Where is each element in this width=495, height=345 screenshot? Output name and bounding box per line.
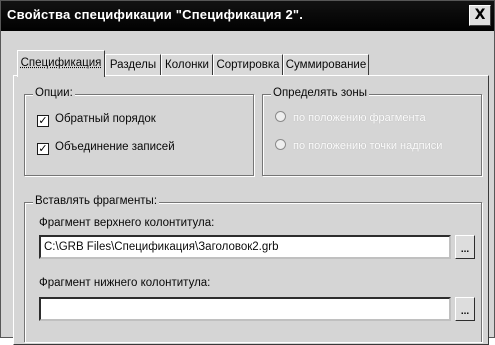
by-title-block-radio: по положению точки надписи <box>275 139 442 155</box>
insert-fragments-legend: Вставлять фрагменты: <box>33 195 159 207</box>
reverse-order-checkbox[interactable]: ✓ Обратный порядок <box>37 113 156 129</box>
footer-fragment-label: Фрагмент нижнего колонтитула: <box>39 277 210 289</box>
merge-records-label: Объединение записей <box>55 141 175 153</box>
zones-group: Определять зоны по положению фрагмента п… <box>262 94 482 176</box>
tab-columns[interactable]: Колонки <box>161 54 213 76</box>
by-title-block-label: по положению точки надписи <box>293 140 442 152</box>
title-bar[interactable]: Свойства спецификации "Спецификация 2". … <box>1 1 494 31</box>
tab-sorting[interactable]: Сортировка <box>213 54 283 76</box>
options-legend: Опции: <box>33 87 75 99</box>
tab-sections[interactable]: Разделы <box>105 54 161 76</box>
header-fragment-input[interactable]: C:\GRB Files\Спецификация\Заголовок2.grb <box>39 235 451 259</box>
properties-dialog: Свойства спецификации "Спецификация 2". … <box>0 0 495 338</box>
merge-records-checkbox[interactable]: ✓ Объединение записей <box>37 141 175 157</box>
footer-browse-button[interactable]: ... <box>455 297 475 321</box>
tab-summation[interactable]: Суммирование <box>283 54 369 76</box>
radio-icon <box>275 111 286 122</box>
specification-tab-panel: Опции: ✓ Обратный порядок ✓ Объединение за… <box>13 75 489 345</box>
check-icon: ✓ <box>37 115 49 127</box>
by-fragment-radio: по положению фрагмента <box>275 111 426 127</box>
header-browse-button[interactable]: ... <box>455 235 475 259</box>
window-title: Свойства спецификации "Спецификация 2". <box>7 7 303 22</box>
footer-fragment-input[interactable] <box>39 297 451 321</box>
zones-legend: Определять зоны <box>271 87 369 99</box>
options-group: Опции: ✓ Обратный порядок ✓ Объединение за… <box>24 94 254 176</box>
reverse-order-label: Обратный порядок <box>55 113 156 125</box>
radio-icon <box>275 139 286 150</box>
by-fragment-label: по положению фрагмента <box>293 112 426 124</box>
tab-specification[interactable]: Спецификация <box>17 50 105 77</box>
header-fragment-label: Фрагмент верхнего колонтитула: <box>39 217 214 229</box>
check-icon: ✓ <box>37 143 49 155</box>
insert-fragments-group: Вставлять фрагменты: Фрагмент верхнего к… <box>24 202 482 342</box>
close-button[interactable]: X <box>469 5 491 26</box>
